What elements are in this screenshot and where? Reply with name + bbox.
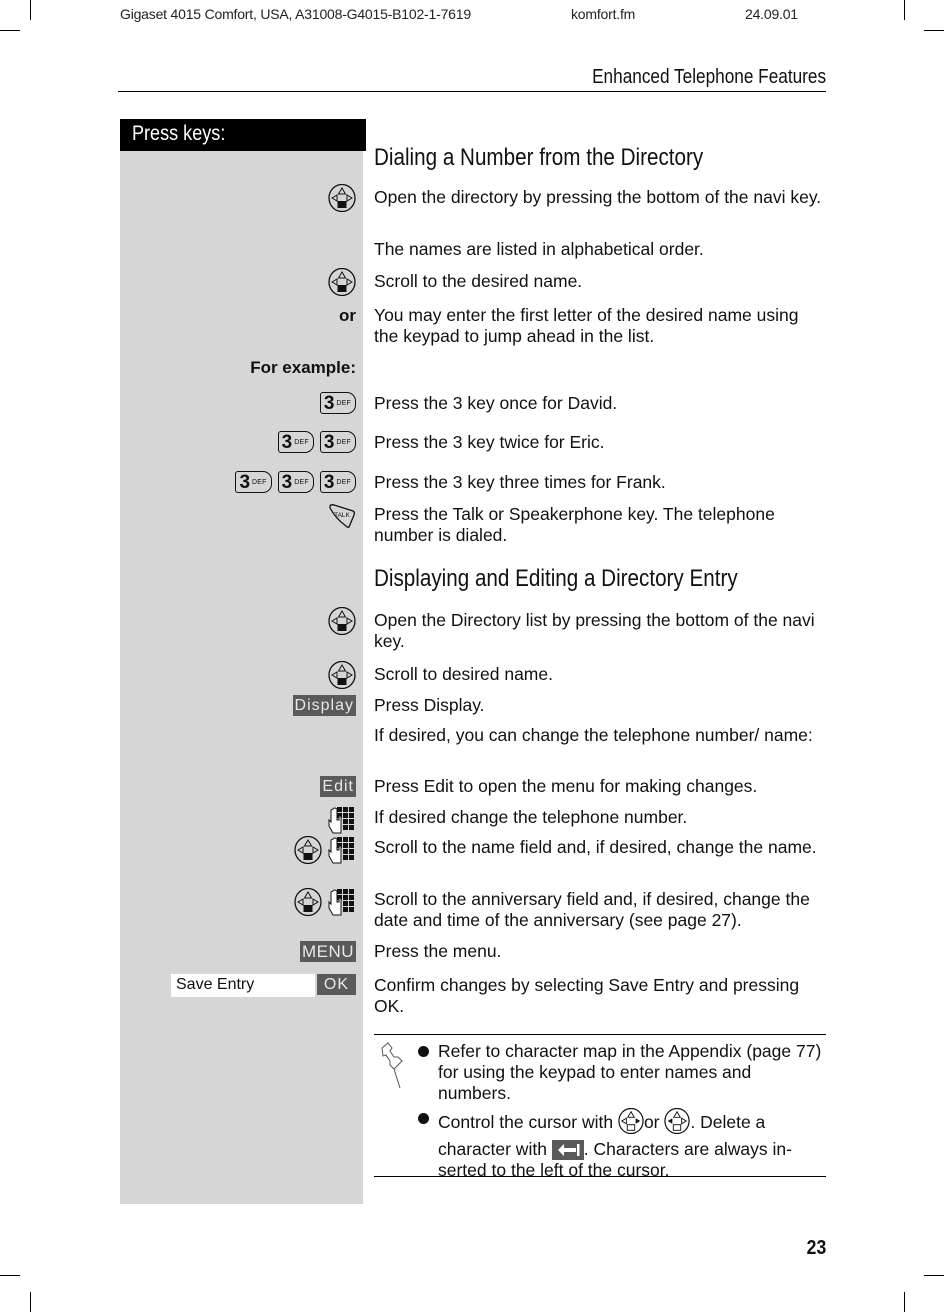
key-3-icon: 3 DEF xyxy=(235,471,272,493)
key-letters: DEF xyxy=(336,438,351,446)
navi-keypad-combo xyxy=(294,836,356,864)
step-text: Scroll to the name field and, if desired… xyxy=(374,837,817,857)
for-example-label: For example: xyxy=(250,358,356,377)
note-item: Refer to character map in the Appendix (… xyxy=(418,1041,826,1104)
key-3-twice: 3 DEF 3 DEF xyxy=(277,431,356,453)
menu-softkey: MENU xyxy=(299,941,356,962)
crop-mark xyxy=(30,0,31,20)
chapter-rule xyxy=(118,91,826,92)
display-softkey: Display xyxy=(292,695,356,716)
key-letters: DEF xyxy=(252,478,267,486)
ok-softkey: OK xyxy=(316,974,356,995)
key-3-icon: 3 DEF xyxy=(277,431,314,453)
step-text: If desired, you can change the telephone… xyxy=(374,725,813,745)
section-title-editing: Displaying and Editing a Directory Entry xyxy=(374,565,738,592)
delete-key-icon xyxy=(551,1140,584,1161)
section-title-dialing: Dialing a Number from the Directory xyxy=(374,144,704,171)
key-3-icon: 3 DEF xyxy=(319,431,356,453)
crop-mark xyxy=(30,1292,31,1312)
crop-mark xyxy=(904,0,905,20)
press-keys-header: Press keys: xyxy=(120,119,366,151)
keypad-icon xyxy=(328,888,356,916)
navi-key-down-icon xyxy=(328,184,356,212)
key-digit: 3 xyxy=(281,471,293,493)
bullet-icon xyxy=(418,1113,429,1124)
step-text: You may enter the first letter of the de… xyxy=(374,305,799,346)
ok-softkey-label: OK xyxy=(316,974,356,995)
key-digit: 3 xyxy=(323,392,335,414)
step-text: Confirm changes by selecting Save Entry … xyxy=(374,975,800,1016)
step-text: The names are listed in alphabetical ord… xyxy=(374,239,704,259)
talk-key-label: TALK xyxy=(334,512,350,519)
crop-mark xyxy=(0,1275,20,1276)
step-text: Open the directory by pressing the botto… xyxy=(374,187,822,207)
key-letters: DEF xyxy=(336,399,351,407)
note-bottom-rule xyxy=(374,1176,826,1177)
crop-mark xyxy=(924,30,944,31)
file-name: komfort.fm xyxy=(571,6,636,22)
note-top-rule xyxy=(374,1034,826,1035)
note-item: Control the cursor with or . Delete a ch… xyxy=(418,1107,826,1181)
keypad-icon xyxy=(328,806,356,834)
note-text-part: Control the cursor with xyxy=(438,1112,618,1133)
pushpin-icon xyxy=(380,1042,404,1097)
navi-key-icon xyxy=(294,836,322,864)
step-text: If desired change the telephone number. xyxy=(374,807,688,827)
key-digit: 3 xyxy=(323,431,335,453)
key-letters: DEF xyxy=(336,478,351,486)
note-text-part: or xyxy=(643,1112,665,1133)
edit-softkey: Edit xyxy=(320,776,356,797)
key-3-icon: 3 DEF xyxy=(319,471,356,493)
doc-id: Gigaset 4015 Comfort, USA, A31008-G4015-… xyxy=(120,6,471,22)
step-text: Press the 3 key once for David. xyxy=(374,393,618,413)
note-text: Control the cursor with or . Delete a ch… xyxy=(418,1107,826,1181)
key-3-three-times: 3 DEF 3 DEF 3 DEF xyxy=(235,471,356,493)
edit-softkey-label: Edit xyxy=(320,776,356,797)
key-digit: 3 xyxy=(239,471,251,493)
page-number: 23 xyxy=(806,1237,826,1259)
save-entry-menu-item: Save Entry xyxy=(171,974,315,997)
key-3-icon: 3 DEF xyxy=(319,392,356,414)
crop-mark xyxy=(924,1275,944,1276)
key-3-icon: 3 DEF xyxy=(277,471,314,493)
keys-column xyxy=(120,119,363,1204)
bullet-icon xyxy=(418,1046,429,1057)
step-text: Scroll to desired name. xyxy=(374,664,553,684)
talk-key-icon: TALK xyxy=(328,503,356,529)
step-text: Open the Directory list by pressing the … xyxy=(374,610,815,651)
key-letters: DEF xyxy=(294,478,309,486)
step-text: Press the 3 key three times for Frank. xyxy=(374,472,666,492)
key-digit: 3 xyxy=(323,471,335,493)
press-keys-label: Press keys: xyxy=(132,122,226,145)
display-softkey-label: Display xyxy=(292,695,356,716)
step-text: Press Display. xyxy=(374,695,485,715)
key-3-once: 3 DEF xyxy=(319,392,356,414)
doc-date: 24.09.01 xyxy=(745,6,798,22)
step-text: Scroll to the anniversary field and, if … xyxy=(374,889,810,930)
navi-key-icon xyxy=(294,888,322,916)
crop-mark xyxy=(0,30,20,31)
step-text: Scroll to the desired name. xyxy=(374,271,583,291)
or-label: or xyxy=(339,306,356,325)
chapter-title: Enhanced Telephone Features xyxy=(592,66,826,88)
key-letters: DEF xyxy=(294,438,309,446)
step-text: Press the 3 key twice for Eric. xyxy=(374,432,605,452)
note-text: Refer to character map in the Appendix (… xyxy=(438,1041,822,1103)
navi-key-right-icon xyxy=(618,1107,644,1139)
key-digit: 3 xyxy=(281,431,293,453)
navi-key-left-icon xyxy=(664,1107,691,1139)
navi-key-down-icon xyxy=(328,268,356,296)
crop-mark xyxy=(904,1292,905,1312)
step-text: Press the Talk or Speakerphone key. The … xyxy=(374,504,775,545)
navi-keypad-combo xyxy=(294,888,356,916)
navi-key-down-icon xyxy=(328,661,356,689)
navi-key-down-icon xyxy=(328,607,356,635)
step-text: Press Edit to open the menu for making c… xyxy=(374,776,758,796)
menu-softkey-label: MENU xyxy=(299,941,356,962)
keypad-icon xyxy=(328,836,356,864)
step-text: Press the menu. xyxy=(374,941,502,961)
